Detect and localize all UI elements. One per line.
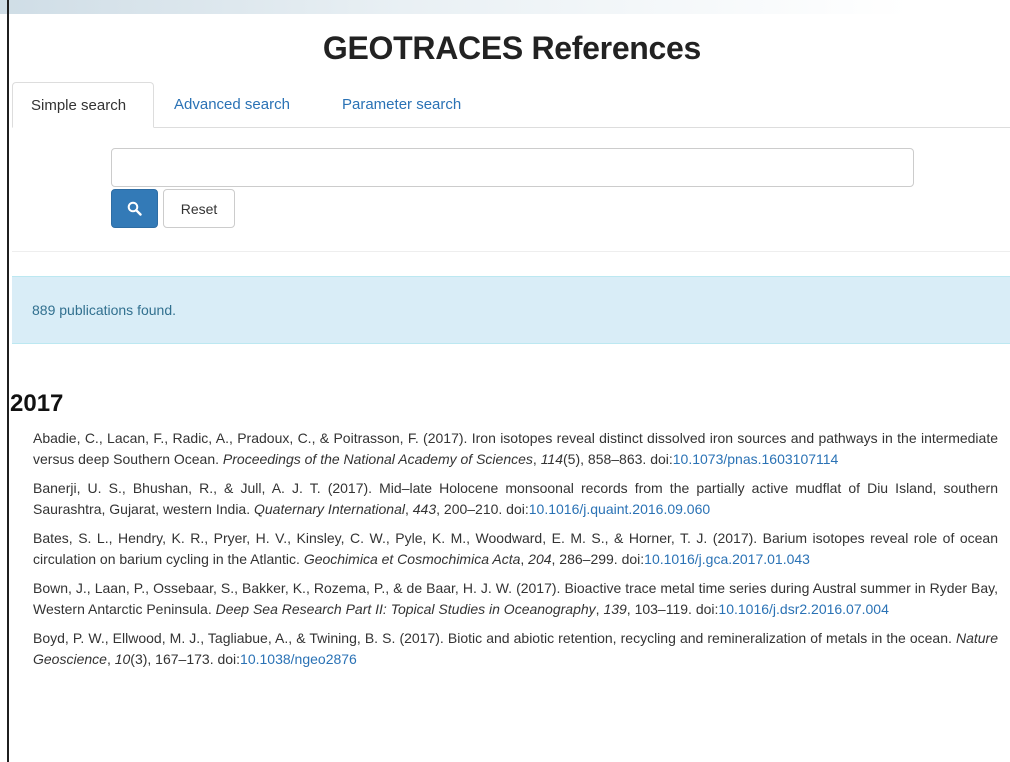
reference-list: Abadie, C., Lacan, F., Radic, A., Pradou… [33, 428, 998, 678]
reference-pages: , 200–210. doi: [436, 501, 529, 517]
search-tabs: Simple search Advanced search Parameter … [12, 82, 1010, 128]
reference-pages: , 103–119. doi: [626, 601, 719, 617]
reference-volume: 10 [114, 651, 131, 667]
search-button[interactable] [111, 189, 158, 228]
results-count-text: 889 publications found. [32, 302, 176, 318]
reference-volume: 443 [412, 501, 437, 517]
tab-simple-search[interactable]: Simple search [12, 82, 154, 128]
page: GEOTRACES References Simple search Advan… [0, 0, 1010, 762]
reference-separator: , [106, 651, 115, 667]
reference-doi-link[interactable]: 10.1016/j.gca.2017.01.043 [644, 551, 810, 567]
reference-item: Bown, J., Laan, P., Ossebaar, S., Bakker… [33, 578, 998, 620]
window-left-edge [7, 0, 9, 762]
search-icon [127, 201, 142, 216]
reference-pages: , 286–299. doi: [551, 551, 645, 567]
reference-journal: Geochimica et Cosmochimica Acta [303, 551, 521, 567]
tab-parameter-search[interactable]: Parameter search [324, 82, 479, 128]
tabs-divider [12, 127, 1010, 128]
results-count-alert: 889 publications found. [12, 276, 1010, 344]
reference-doi-link[interactable]: 10.1016/j.dsr2.2016.07.004 [718, 601, 888, 617]
reference-volume: 204 [528, 551, 552, 567]
tab-advanced-search[interactable]: Advanced search [156, 82, 308, 128]
reference-pages: (5), 858–863. doi: [563, 451, 673, 467]
reference-item: Abadie, C., Lacan, F., Radic, A., Pradou… [33, 428, 998, 470]
reference-doi-link[interactable]: 10.1073/pnas.1603107114 [673, 451, 839, 467]
reference-volume: 139 [603, 601, 627, 617]
reset-button[interactable]: Reset [163, 189, 235, 228]
reference-pages: (3), 167–173. doi: [130, 651, 241, 667]
reference-volume: 114 [540, 451, 564, 467]
reference-text: Boyd, P. W., Ellwood, M. J., Tagliabue, … [33, 630, 956, 646]
window-top-shade [0, 0, 1010, 14]
reference-separator: , [404, 501, 413, 517]
reference-item: Banerji, U. S., Bhushan, R., & Jull, A. … [33, 478, 998, 520]
reference-doi-link[interactable]: 10.1016/j.quaint.2016.09.060 [529, 501, 710, 517]
reference-item: Boyd, P. W., Ellwood, M. J., Tagliabue, … [33, 628, 998, 670]
reference-journal: Proceedings of the National Academy of S… [222, 451, 533, 467]
reference-item: Bates, S. L., Hendry, K. R., Pryer, H. V… [33, 528, 998, 570]
year-heading: 2017 [10, 390, 64, 417]
page-title: GEOTRACES References [322, 30, 702, 66]
section-divider [12, 251, 1010, 252]
reference-doi-link[interactable]: 10.1038/ngeo2876 [240, 651, 357, 667]
reference-journal: Quaternary International [254, 501, 405, 517]
reference-separator: , [532, 451, 541, 467]
reference-journal: Deep Sea Research Part II: Topical Studi… [215, 601, 596, 617]
reference-separator: , [520, 551, 529, 567]
search-input[interactable] [111, 148, 914, 187]
